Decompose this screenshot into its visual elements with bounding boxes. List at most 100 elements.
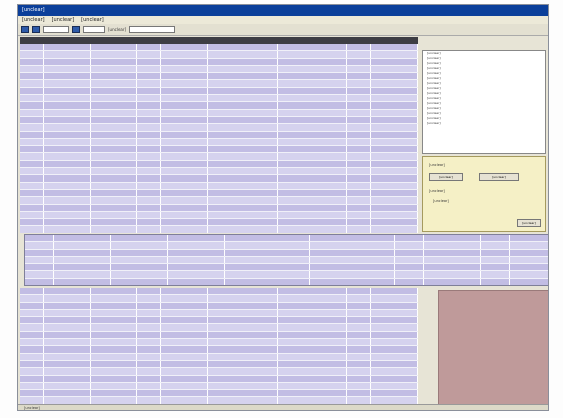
table-row[interactable]	[20, 73, 418, 81]
table-cell	[91, 288, 138, 295]
table-row[interactable]	[20, 346, 418, 354]
table-cell	[161, 353, 209, 360]
menu-item[interactable]: [unclear]	[22, 16, 45, 24]
table-row[interactable]	[20, 302, 418, 310]
table-cell	[20, 204, 44, 211]
table-row[interactable]	[20, 95, 418, 103]
settings-option-button[interactable]: [unclear]	[429, 173, 463, 181]
table-row[interactable]	[20, 331, 418, 340]
table-row[interactable]	[20, 131, 418, 139]
table-row[interactable]	[20, 211, 418, 220]
ok-button[interactable]: [unclear]	[517, 219, 541, 227]
table-row[interactable]	[20, 219, 418, 227]
grid-header	[20, 37, 418, 44]
table-cell	[278, 346, 348, 353]
table-row[interactable]	[20, 368, 418, 376]
table-row[interactable]	[20, 390, 418, 398]
table-row[interactable]	[25, 249, 548, 257]
table-cell	[481, 264, 510, 271]
table-cell	[510, 257, 548, 263]
table-cell	[111, 249, 168, 256]
table-cell	[44, 368, 91, 375]
table-row[interactable]	[20, 124, 418, 132]
table-cell	[161, 295, 209, 302]
table-row[interactable]	[20, 197, 418, 205]
table-row[interactable]	[20, 309, 418, 318]
table-row[interactable]	[20, 168, 418, 176]
table-cell	[208, 226, 278, 233]
table-cell	[44, 317, 91, 324]
table-row[interactable]	[20, 116, 418, 125]
table-cell	[347, 65, 372, 73]
table-row[interactable]	[20, 182, 418, 190]
table-row[interactable]	[20, 288, 418, 296]
toolbar-field[interactable]	[43, 26, 69, 33]
table-row[interactable]	[20, 226, 418, 233]
table-row[interactable]	[20, 80, 418, 88]
table-cell	[137, 182, 162, 189]
menu-item[interactable]: [unclear]	[52, 16, 75, 24]
field-list[interactable]: [unclear] [unclear] [unclear] [unclear] …	[422, 50, 546, 154]
records-grid-lower[interactable]	[20, 288, 418, 406]
table-cell	[137, 73, 162, 80]
table-row[interactable]	[20, 58, 418, 66]
table-row[interactable]	[20, 175, 418, 183]
table-row[interactable]	[20, 44, 418, 52]
field-list-item[interactable]: [unclear]	[423, 121, 545, 126]
table-cell	[225, 271, 310, 278]
table-cell	[25, 271, 54, 278]
toolbar-field[interactable]	[83, 26, 105, 33]
table-cell	[44, 80, 91, 87]
table-row[interactable]	[20, 146, 418, 154]
table-cell	[208, 95, 278, 102]
table-cell	[91, 102, 138, 109]
table-row[interactable]	[20, 65, 418, 74]
table-row[interactable]	[20, 109, 418, 117]
table-row[interactable]	[20, 382, 418, 391]
toolbar-button-icon[interactable]	[72, 26, 80, 33]
table-cell	[91, 109, 138, 116]
table-row[interactable]	[20, 51, 418, 59]
records-grid[interactable]	[20, 37, 418, 233]
toolbar-button-icon[interactable]	[21, 26, 29, 33]
table-cell	[161, 204, 209, 211]
table-row[interactable]	[25, 242, 548, 250]
table-cell	[208, 131, 278, 138]
table-row[interactable]	[20, 339, 418, 347]
table-row[interactable]	[25, 264, 548, 272]
toolbar-search-field[interactable]	[129, 26, 176, 33]
table-cell	[208, 168, 278, 175]
table-row[interactable]	[20, 317, 418, 325]
table-cell	[208, 124, 278, 131]
table-row[interactable]	[20, 353, 418, 361]
table-row[interactable]	[20, 360, 418, 369]
table-cell	[371, 131, 418, 138]
settings-option-button[interactable]: [unclear]	[479, 173, 519, 181]
table-row[interactable]	[20, 375, 418, 383]
table-cell	[91, 153, 138, 160]
table-row[interactable]	[25, 235, 548, 243]
table-row[interactable]	[20, 87, 418, 96]
table-row[interactable]	[25, 278, 548, 285]
table-row[interactable]	[20, 138, 418, 147]
toolbar-button-icon[interactable]	[32, 26, 40, 33]
table-cell	[137, 390, 162, 397]
selected-rows-band[interactable]	[24, 234, 548, 286]
table-row[interactable]	[25, 256, 548, 265]
table-row[interactable]	[20, 204, 418, 212]
menu-item[interactable]: [unclear]	[81, 16, 104, 24]
table-cell	[161, 288, 209, 295]
table-row[interactable]	[20, 102, 418, 110]
table-row[interactable]	[20, 324, 418, 332]
table-cell	[371, 44, 418, 51]
table-row[interactable]	[25, 271, 548, 279]
table-cell	[208, 309, 278, 317]
table-cell	[137, 375, 162, 382]
table-cell	[137, 65, 162, 73]
table-cell	[20, 197, 44, 204]
table-row[interactable]	[20, 153, 418, 161]
table-row[interactable]	[20, 295, 418, 303]
settings-note: [unclear]	[433, 199, 449, 203]
table-row[interactable]	[20, 189, 418, 198]
table-row[interactable]	[20, 160, 418, 169]
